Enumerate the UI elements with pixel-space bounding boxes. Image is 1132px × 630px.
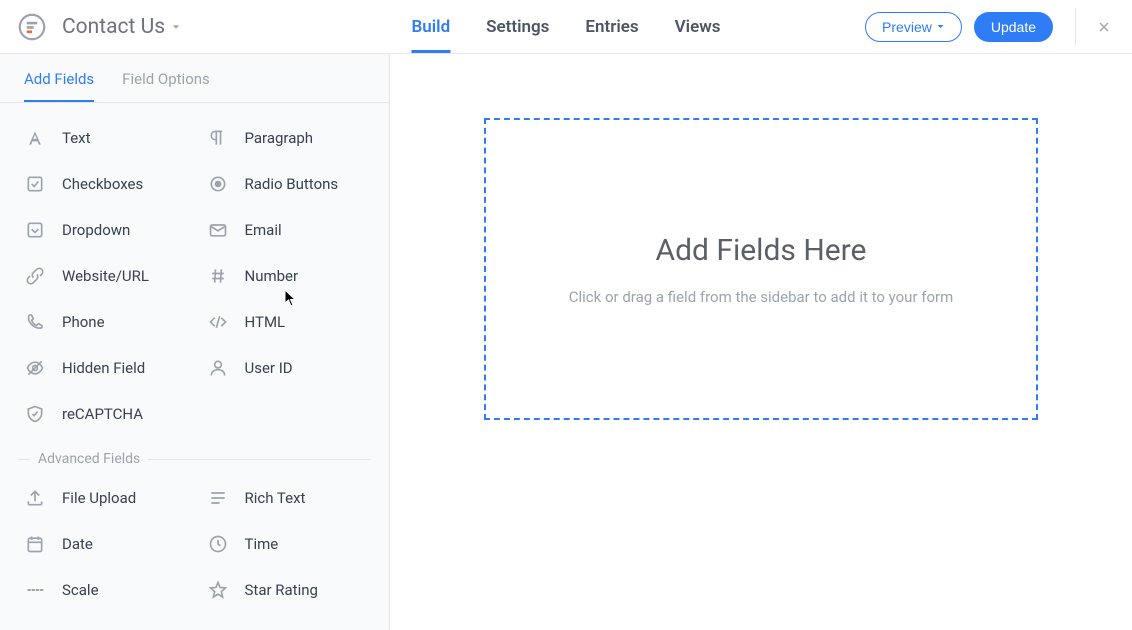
field-radio[interactable]: Radio Buttons: [195, 161, 378, 207]
field-html[interactable]: HTML: [195, 299, 378, 345]
field-label: Number: [245, 267, 299, 285]
field-label: User ID: [245, 359, 293, 377]
field-label: Time: [245, 535, 279, 553]
field-paragraph[interactable]: Paragraph: [195, 115, 378, 161]
field-text[interactable]: Text: [12, 115, 195, 161]
divider: [1075, 8, 1076, 46]
field-dropdown[interactable]: Dropdown: [12, 207, 195, 253]
nav-entries[interactable]: Entries: [585, 0, 638, 53]
code-icon: [207, 311, 229, 333]
form-title-dropdown[interactable]: Contact Us: [62, 15, 181, 39]
rich-text-icon: [207, 487, 229, 509]
app-logo: [18, 13, 46, 41]
field-label: Rich Text: [245, 489, 306, 507]
field-label: Dropdown: [62, 221, 130, 239]
paragraph-icon: [207, 127, 229, 149]
field-label: Hidden Field: [62, 359, 145, 377]
field-rich-text[interactable]: Rich Text: [195, 475, 378, 521]
email-icon: [207, 219, 229, 241]
field-scale[interactable]: Scale: [12, 567, 195, 613]
text-icon: [24, 127, 46, 149]
field-file-upload[interactable]: File Upload: [12, 475, 195, 521]
star-icon: [207, 579, 229, 601]
update-button[interactable]: Update: [974, 12, 1053, 42]
dropzone-hint: Click or drag a field from the sidebar t…: [569, 288, 954, 306]
field-hidden[interactable]: Hidden Field: [12, 345, 195, 391]
basic-fields-grid: Text Paragraph Checkboxes Radio Buttons …: [12, 115, 377, 437]
field-label: Website/URL: [62, 267, 149, 285]
field-label: Paragraph: [245, 129, 314, 147]
eye-off-icon: [24, 357, 46, 379]
section-label: Advanced Fields: [38, 451, 140, 467]
nav-views[interactable]: Views: [675, 0, 721, 53]
field-star-rating[interactable]: Star Rating: [195, 567, 378, 613]
dropdown-icon: [24, 219, 46, 241]
field-label: Checkboxes: [62, 175, 143, 193]
clock-icon: [207, 533, 229, 555]
field-label: Scale: [62, 581, 99, 599]
field-label: HTML: [245, 313, 286, 331]
field-date[interactable]: Date: [12, 521, 195, 567]
field-label: Date: [62, 535, 93, 553]
preview-label: Preview: [882, 19, 932, 35]
close-button[interactable]: [1094, 17, 1114, 37]
main-nav: Build Settings Entries Views: [411, 0, 720, 53]
dropzone-heading: Add Fields Here: [656, 233, 867, 268]
nav-settings[interactable]: Settings: [486, 0, 549, 53]
sidebar: Add Fields Field Options Text Paragraph …: [0, 54, 390, 630]
field-number[interactable]: Number: [195, 253, 378, 299]
advanced-fields-grid: File Upload Rich Text Date Time Scale: [12, 475, 377, 613]
caret-down-icon: [936, 22, 945, 31]
dropzone[interactable]: Add Fields Here Click or drag a field fr…: [484, 118, 1038, 420]
close-icon: [1098, 21, 1110, 33]
field-phone[interactable]: Phone: [12, 299, 195, 345]
calendar-icon: [24, 533, 46, 555]
app-body: Add Fields Field Options Text Paragraph …: [0, 54, 1132, 630]
field-recaptcha[interactable]: reCAPTCHA: [12, 391, 195, 437]
phone-icon: [24, 311, 46, 333]
header-actions: Preview Update: [865, 8, 1114, 46]
shield-check-icon: [24, 403, 46, 425]
nav-build[interactable]: Build: [411, 0, 450, 53]
form-title: Contact Us: [62, 15, 165, 39]
field-label: Email: [245, 221, 282, 239]
form-canvas: Add Fields Here Click or drag a field fr…: [390, 54, 1132, 630]
radio-icon: [207, 173, 229, 195]
hash-icon: [207, 265, 229, 287]
field-userid[interactable]: User ID: [195, 345, 378, 391]
tab-field-options[interactable]: Field Options: [122, 70, 210, 102]
user-icon: [207, 357, 229, 379]
field-checkboxes[interactable]: Checkboxes: [12, 161, 195, 207]
field-label: Text: [62, 129, 91, 147]
field-time[interactable]: Time: [195, 521, 378, 567]
fields-panel: Text Paragraph Checkboxes Radio Buttons …: [0, 103, 389, 613]
caret-down-icon: [171, 22, 181, 32]
field-url[interactable]: Website/URL: [12, 253, 195, 299]
upload-icon: [24, 487, 46, 509]
sidebar-tabs: Add Fields Field Options: [0, 54, 389, 103]
field-label: Radio Buttons: [245, 175, 339, 193]
tab-add-fields[interactable]: Add Fields: [24, 70, 94, 102]
section-advanced: Advanced Fields: [12, 451, 377, 467]
preview-button[interactable]: Preview: [865, 12, 962, 42]
link-icon: [24, 265, 46, 287]
field-label: reCAPTCHA: [62, 405, 143, 423]
field-label: File Upload: [62, 489, 136, 507]
field-label: Phone: [62, 313, 105, 331]
app-header: Contact Us Build Settings Entries Views …: [0, 0, 1132, 54]
field-label: Star Rating: [245, 581, 318, 599]
field-email[interactable]: Email: [195, 207, 378, 253]
scale-icon: [24, 579, 46, 601]
checkbox-icon: [24, 173, 46, 195]
